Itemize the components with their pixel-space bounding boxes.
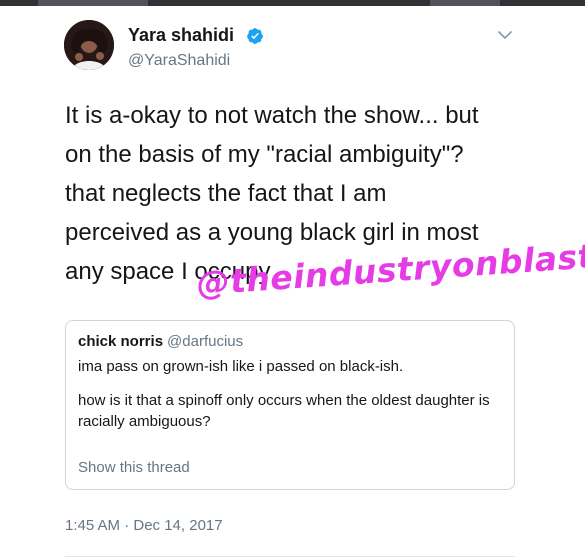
chevron-down-icon[interactable] [497, 27, 513, 43]
verified-badge-icon [247, 28, 263, 44]
quoted-paragraph: ima pass on grown-ish like i passed on b… [78, 358, 404, 375]
quoted-author: chick norris @darfucius [78, 333, 243, 350]
tweet-text-line: on the basis of my "racial ambiguity"? [65, 141, 464, 168]
top-cropped-strip [0, 0, 585, 6]
avatar[interactable] [64, 20, 114, 70]
quoted-paragraph: how is it that a spinoff only occurs whe… [78, 392, 490, 430]
quoted-author-handle: @darfucius [167, 333, 244, 350]
tweet-text-line: that neglects the fact that I am [65, 180, 387, 207]
tweet-text-line: It is a-okay to not watch the show... bu… [65, 102, 479, 129]
divider [65, 556, 515, 557]
quoted-tweet-card[interactable]: chick norris @darfucius ima pass on grown… [65, 320, 515, 490]
show-thread-link[interactable]: Show this thread [78, 459, 190, 476]
quoted-tweet-text: ima pass on grown-ish like i passed on b… [78, 356, 503, 445]
quoted-author-name: chick norris [78, 333, 164, 350]
tweet-timestamp[interactable]: 1:45 AM · Dec 14, 2017 [65, 517, 223, 534]
author-name[interactable]: Yara shahidi [128, 25, 234, 46]
author-handle[interactable]: @YaraShahidi [128, 52, 230, 70]
